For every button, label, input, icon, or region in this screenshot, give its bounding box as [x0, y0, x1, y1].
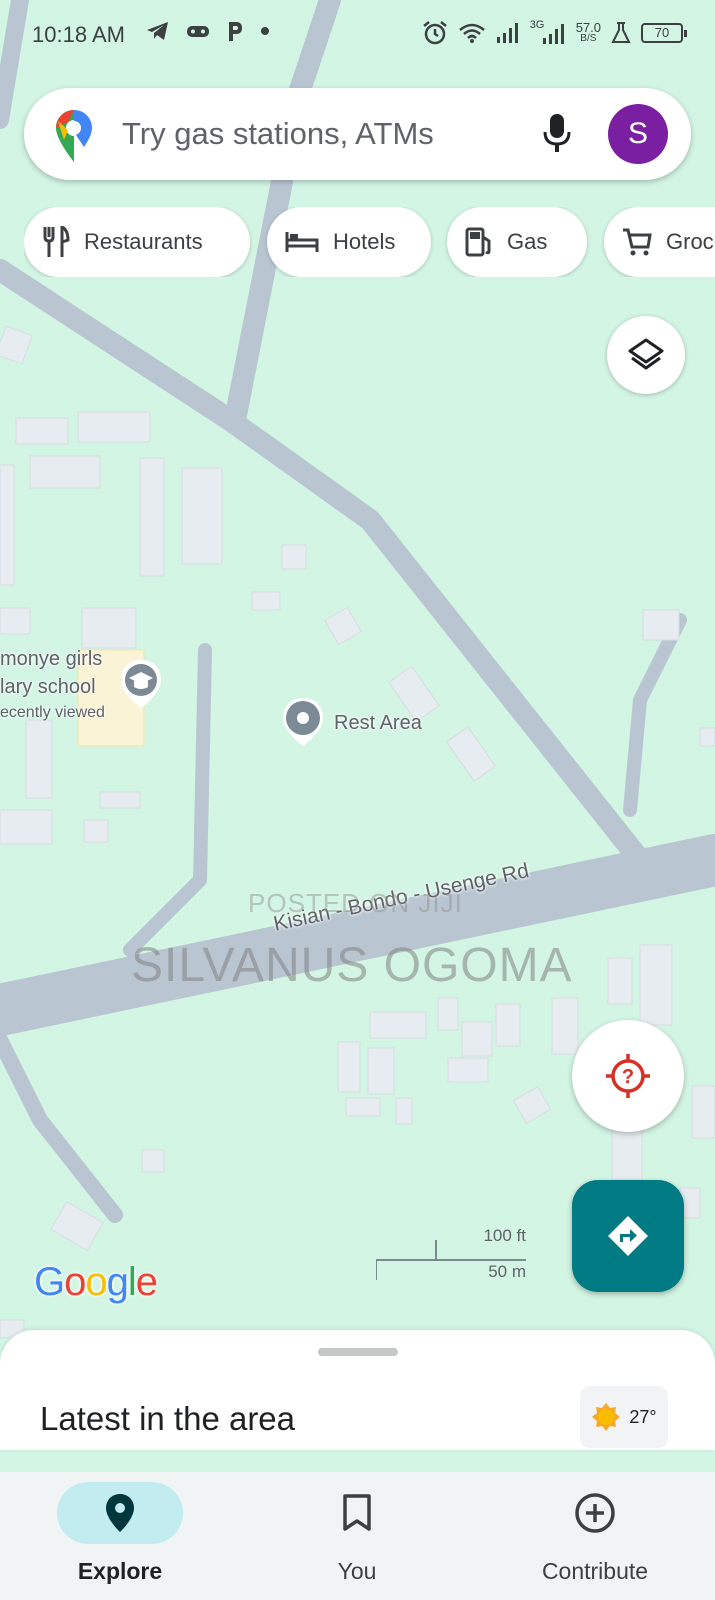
chip-label: Groc [666, 229, 714, 254]
chip-gas[interactable]: Gas [447, 207, 587, 277]
dot-icon [261, 27, 269, 35]
signal-3g-icon: 3G [530, 19, 566, 45]
sun-icon [592, 1403, 621, 1431]
search-bar[interactable]: Try gas stations, ATMs S [24, 88, 691, 180]
status-bar: 10:18 AM 3G 57.0 B/S 70 [0, 0, 715, 72]
rest-area-pin-icon[interactable] [280, 696, 326, 748]
nav-contribute[interactable]: Contribute [495, 1482, 695, 1585]
layers-button[interactable] [607, 316, 685, 394]
alarm-icon [422, 21, 447, 45]
nav-contribute-indicator [532, 1482, 658, 1544]
status-time: 10:18 AM [32, 22, 125, 47]
school-label-line2[interactable]: lary school [0, 676, 96, 699]
sheet-drag-handle[interactable] [318, 1348, 398, 1356]
nav-you[interactable]: You [257, 1482, 457, 1585]
battery-level: 70 [654, 25, 670, 40]
school-recently-viewed: ecently viewed [0, 704, 105, 721]
microphone-icon[interactable] [542, 112, 572, 156]
p-icon [229, 22, 242, 41]
gas-pump-icon [465, 227, 491, 257]
nav-explore[interactable]: Explore [20, 1482, 220, 1585]
nav-explore-label: Explore [77, 1558, 163, 1584]
weather-chip[interactable]: 27° [580, 1386, 668, 1448]
layers-icon [628, 338, 664, 370]
scale-feet: 100 ft [483, 1226, 526, 1245]
telegram-icon [147, 22, 168, 40]
bookmark-icon [343, 1494, 371, 1531]
search-placeholder: Try gas stations, ATMs [122, 116, 434, 151]
nav-contribute-label: Contribute [541, 1558, 649, 1584]
rest-area-label[interactable]: Rest Area [334, 712, 422, 735]
chip-label: Restaurants [84, 229, 203, 254]
directions-button[interactable] [572, 1180, 684, 1292]
weather-temperature: 27° [629, 1406, 657, 1427]
net-speed-value: 57.0 [575, 20, 601, 35]
chip-groceries[interactable]: Groc [604, 207, 715, 277]
sheet-title: Latest in the area [40, 1400, 296, 1437]
bottom-sheet[interactable]: Latest in the area 27° [0, 1330, 715, 1450]
fork-knife-icon [43, 226, 70, 257]
bottom-navigation: Explore You Contribute [0, 1472, 715, 1600]
school-pin-icon[interactable] [118, 658, 164, 710]
flask-icon [611, 22, 631, 43]
location-unknown-icon: ? [606, 1054, 650, 1098]
signal-icon [496, 23, 518, 43]
watermark-posted: POSTED ON JIJI [248, 888, 463, 918]
google-maps-pin-icon [56, 110, 92, 162]
chip-label: Hotels [333, 229, 396, 254]
wifi-icon [458, 23, 485, 43]
svg-text:?: ? [622, 1066, 634, 1088]
battery-icon: 70 [641, 23, 687, 43]
bed-icon [285, 232, 319, 252]
scale-meters: 50 m [488, 1262, 526, 1281]
cart-icon [623, 228, 652, 256]
net-speed: 57.0 B/S [575, 20, 601, 44]
watermark-name: SILVANUS OGOMA [131, 939, 573, 992]
chip-hotels[interactable]: Hotels [267, 207, 431, 277]
location-pin-icon [106, 1494, 134, 1532]
map-scale: 100 ft 50 m [376, 1226, 526, 1281]
category-chips: Restaurants Hotels Gas Groc [24, 207, 715, 277]
add-circle-icon [575, 1493, 615, 1533]
gamepad-icon [187, 26, 209, 37]
nav-you-indicator [294, 1482, 420, 1544]
chip-restaurants[interactable]: Restaurants [24, 207, 250, 277]
my-location-button[interactable]: ? [572, 1020, 684, 1132]
chip-label: Gas [507, 229, 548, 254]
directions-icon [608, 1216, 648, 1256]
nav-explore-indicator [57, 1482, 183, 1544]
account-avatar[interactable]: S [608, 104, 668, 164]
nav-you-label: You [337, 1558, 377, 1584]
google-logo: Google [34, 1260, 158, 1304]
school-label-line1[interactable]: monye girls [0, 648, 102, 671]
